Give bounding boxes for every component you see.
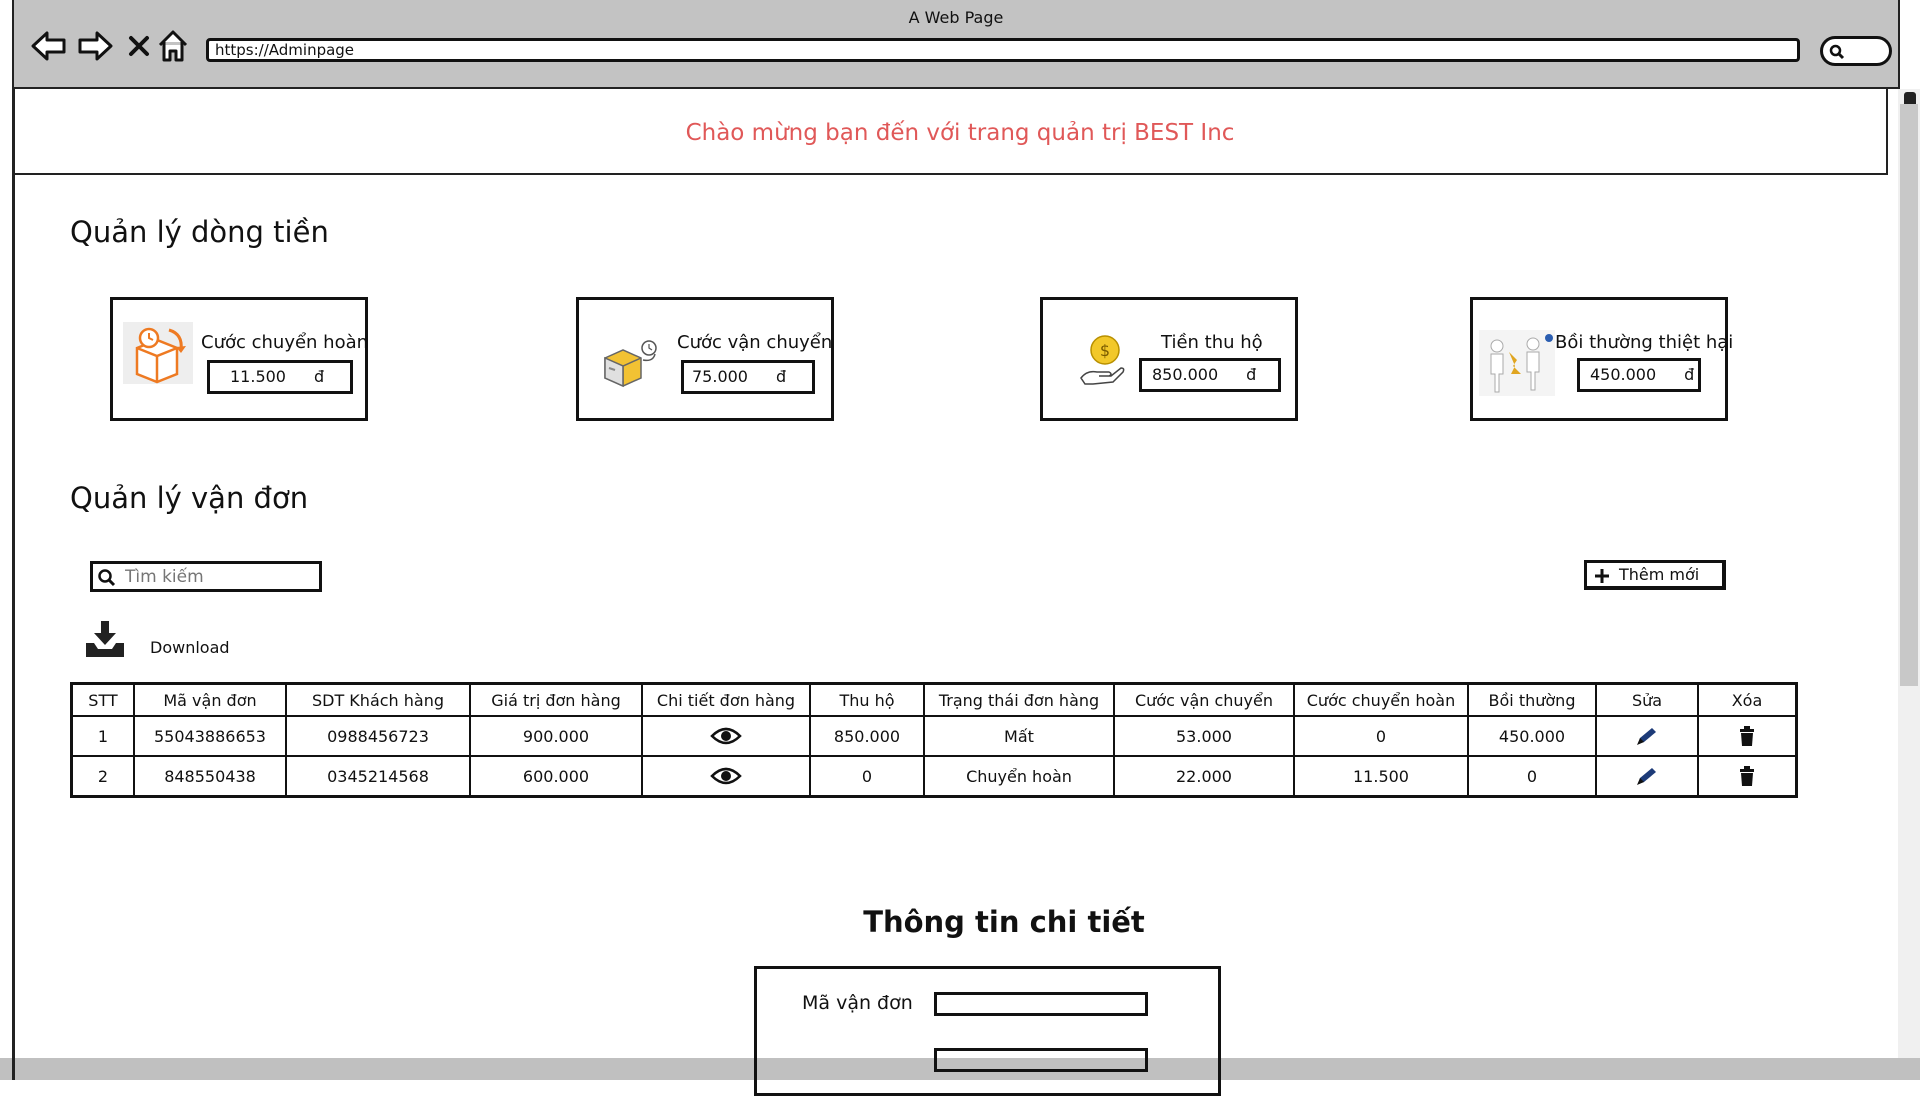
trash-icon[interactable] [1738,726,1756,747]
card-value: 11.500 [230,367,286,386]
col-header: STT [70,682,135,717]
coin-hand-icon: $ [1079,334,1127,390]
card-value-field: 11.500 đ [207,360,353,394]
scrollbar-thumb[interactable] [1900,104,1918,686]
search-icon [1829,44,1845,60]
cell-status: Mất [923,715,1115,757]
return-box-icon [123,322,193,388]
cell-cod: 0 [809,755,925,798]
cell-cod: 850.000 [809,715,925,757]
table-row: 1 55043886653 0988456723 900.000 850.000… [70,715,1798,757]
table-row: 2 848550438 0345214568 600.000 0 Chuyển … [70,755,1798,798]
download-icon[interactable] [84,619,126,663]
card-cod: $ Tiền thu hộ 850.000 đ [1040,297,1298,421]
svg-text:$: $ [1100,341,1110,360]
cell-detail [641,755,811,798]
cell-code: 55043886653 [133,715,287,757]
cell-phone: 0345214568 [285,755,471,798]
detail-heading: Thông tin chi tiết [863,905,1145,939]
add-new-button[interactable]: Thêm mới [1584,560,1726,590]
pencil-icon[interactable] [1634,726,1660,746]
col-header: Xóa [1697,682,1798,717]
browser-search[interactable] [1820,36,1892,66]
plus-icon [1595,569,1609,583]
search-icon [98,569,116,587]
cell-phone: 0988456723 [285,715,471,757]
card-label: Tiền thu hộ [1161,332,1263,353]
cell-value: 600.000 [469,755,643,798]
currency-symbol: đ [1246,365,1257,384]
download-label[interactable]: Download [150,638,230,657]
col-header: Mã vận đơn [133,682,287,717]
col-header: Thu hộ [809,682,925,717]
cell-status: Chuyển hoàn [923,755,1115,798]
card-shipping-fee: Cước vận chuyển 75.000 đ [576,297,834,421]
currency-symbol: đ [1684,365,1695,384]
card-value: 75.000 [692,367,748,386]
col-header: SDT Khách hàng [285,682,471,717]
detail-field-2[interactable] [934,1048,1148,1072]
col-header: Giá trị đơn hàng [469,682,643,717]
card-value-field: 450.000 đ [1577,358,1701,392]
cell-stt: 1 [70,715,135,757]
orders-heading: Quản lý vận đơn [70,481,309,515]
card-value-field: 850.000 đ [1139,358,1281,392]
col-header: Sửa [1595,682,1699,717]
cell-edit [1595,755,1699,798]
add-new-label: Thêm mới [1619,565,1700,584]
col-header: Bồi thường [1467,682,1597,717]
cell-compensation: 0 [1467,755,1597,798]
cell-edit [1595,715,1699,757]
currency-symbol: đ [775,367,787,386]
back-icon[interactable] [30,28,68,64]
cell-delete [1697,755,1798,798]
home-icon[interactable] [154,28,192,64]
cell-stt: 2 [70,755,135,798]
card-label: Cước chuyển hoàn [201,332,369,353]
trash-icon[interactable] [1738,766,1756,787]
col-header: Chi tiết đơn hàng [641,682,811,717]
eye-icon[interactable] [710,766,742,785]
card-compensation: Bồi thường thiệt hại 450.000 đ [1470,297,1733,421]
cell-return-fee: 11.500 [1293,755,1469,798]
shipping-box-icon [601,338,661,392]
search-input[interactable] [123,566,317,588]
welcome-text: Chào mừng bạn đến với trang quản trị BES… [685,120,1235,146]
detail-panel [754,966,1221,1096]
col-header: Cước vận chuyển [1113,682,1295,717]
col-header: Trạng thái đơn hàng [923,682,1115,717]
compensation-people-icon [1479,330,1555,400]
table-header-row: STT Mã vận đơn SDT Khách hàng Giá trị đơ… [70,682,1798,717]
search-box[interactable] [90,561,322,592]
card-value: 450.000 [1590,365,1657,384]
pencil-icon[interactable] [1634,766,1660,786]
card-value-field: 75.000 đ [681,360,815,394]
detail-field-label: Mã vận đơn [802,992,913,1014]
card-value: 850.000 [1152,365,1219,384]
cell-ship-fee: 22.000 [1113,755,1295,798]
browser-chrome: A Web Page https://Adminpage [12,0,1900,89]
eye-icon[interactable] [710,726,742,745]
forward-icon[interactable] [76,28,114,64]
cell-code: 848550438 [133,755,287,798]
browser-title: A Web Page [908,8,1004,27]
cashflow-heading: Quản lý dòng tiền [70,215,329,249]
cell-ship-fee: 53.000 [1113,715,1295,757]
card-return-fee: Cước chuyển hoàn 11.500 đ [110,297,368,421]
col-header: Cước chuyển hoàn [1293,682,1469,717]
address-bar[interactable]: https://Adminpage [206,38,1800,62]
cell-compensation: 450.000 [1467,715,1597,757]
cell-value: 900.000 [469,715,643,757]
card-label: Bồi thường thiệt hại [1555,332,1734,353]
cell-return-fee: 0 [1293,715,1469,757]
cell-delete [1697,715,1798,757]
cell-detail [641,715,811,757]
card-label: Cước vận chuyển [677,332,833,353]
stop-icon[interactable] [120,28,158,64]
order-code-field[interactable] [934,992,1148,1016]
orders-table: STT Mã vận đơn SDT Khách hàng Giá trị đơ… [70,682,1798,798]
currency-symbol: đ [313,367,325,386]
